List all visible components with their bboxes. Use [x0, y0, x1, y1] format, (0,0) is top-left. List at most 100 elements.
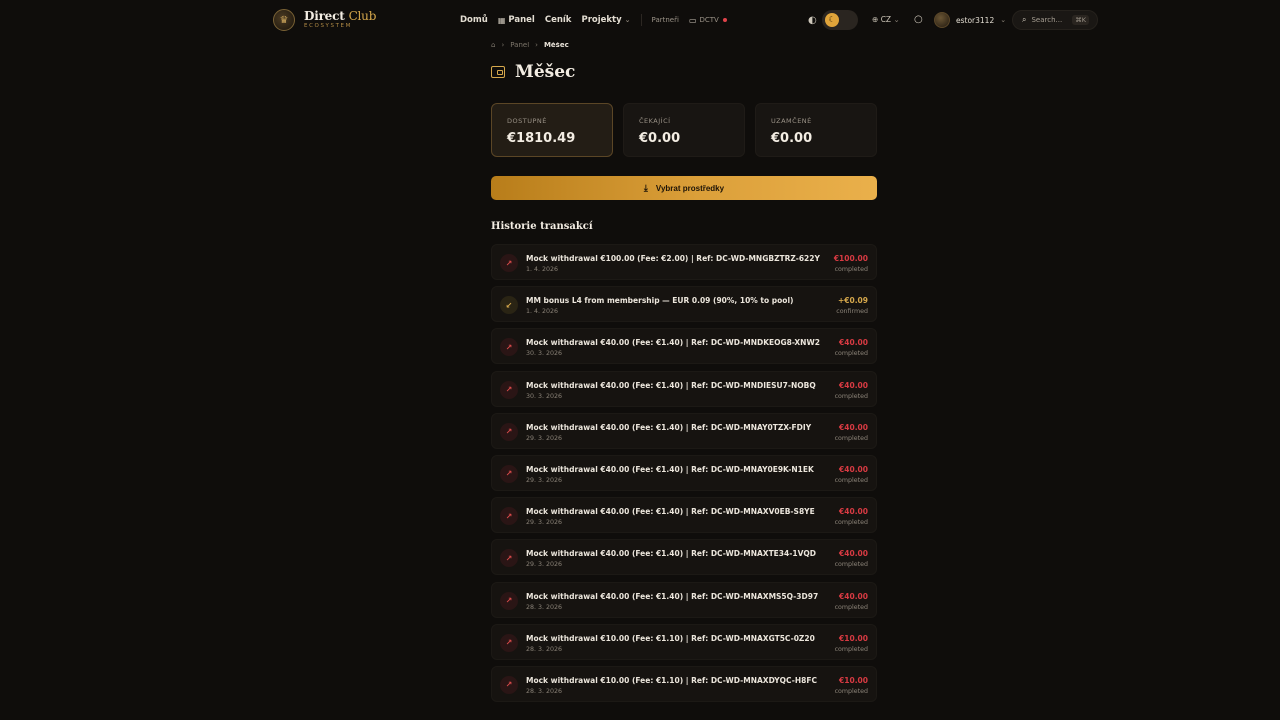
transaction-status: completed — [834, 476, 868, 484]
transaction-row[interactable]: ↗ Mock withdrawal €40.00 (Fee: €1.40) | R… — [491, 539, 877, 576]
home-icon[interactable]: ⌂ — [491, 41, 495, 49]
transaction-row[interactable]: ↗ Mock withdrawal €40.00 (Fee: €1.40) | R… — [491, 412, 877, 449]
transaction-amount: €40.00 — [839, 338, 868, 348]
transaction-status: confirmed — [836, 308, 868, 316]
breadcrumb: ⌂ › Panel › Měšec — [491, 41, 575, 49]
arrow-up-right-icon: ↗ — [500, 591, 518, 610]
transaction-amount: €40.00 — [839, 422, 868, 432]
user-menu[interactable]: estor3112 ⌄ — [934, 12, 1006, 28]
transaction-date: 1. 4. 2026 — [526, 308, 559, 316]
transaction-status: completed — [834, 561, 868, 569]
transaction-description: Mock withdrawal €40.00 (Fee: €1.40) | Re… — [526, 422, 812, 432]
balance-label: ČEKAJÍCÍ — [639, 117, 671, 125]
transaction-date: 30. 3. 2026 — [526, 392, 563, 400]
transaction-status: completed — [834, 603, 868, 611]
chevron-down-icon: ⌄ — [1000, 16, 1007, 24]
transaction-row[interactable]: ↗ Mock withdrawal €40.00 (Fee: €1.40) | R… — [491, 497, 877, 534]
transaction-status: completed — [834, 266, 868, 273]
balance-value: €1810.49 — [507, 131, 576, 146]
balance-cards: DOSTUPNÉ €1810.49 ČEKAJÍCÍ €0.00 UZAMČEN… — [491, 103, 877, 157]
arrow-up-right-icon: ↗ — [500, 549, 518, 568]
balance-label: UZAMČENÉ — [771, 117, 812, 125]
transaction-description: Mock withdrawal €10.00 (Fee: €1.10) | Re… — [526, 675, 817, 685]
arrow-down-left-icon: ↙ — [500, 296, 518, 315]
breadcrumb-parent[interactable]: Panel — [510, 41, 529, 49]
balance-value: €0.00 — [639, 131, 681, 146]
wallet-icon — [491, 66, 505, 78]
top-navigation: ♛ Direct Club ECOSYSTEM Domů ▦ Panel Cení… — [0, 0, 1280, 42]
transaction-row[interactable]: ↗ Mock withdrawal €10.00 (Fee: €1.10) | R… — [491, 623, 877, 660]
transaction-row[interactable]: ↗ Mock withdrawal €100.00 (Fee: €2.00) | … — [491, 244, 877, 280]
transaction-description: Mock withdrawal €40.00 (Fee: €1.40) | Re… — [526, 464, 814, 474]
transaction-status: completed — [834, 519, 868, 527]
transaction-date: 29. 3. 2026 — [526, 519, 563, 527]
transaction-list: ↗ Mock withdrawal €100.00 (Fee: €2.00) | … — [491, 244, 877, 708]
transaction-date: 28. 3. 2026 — [526, 603, 563, 611]
transaction-description: Mock withdrawal €10.00 (Fee: €1.10) | Re… — [526, 633, 815, 643]
balance-card-pending[interactable]: ČEKAJÍCÍ €0.00 — [623, 103, 745, 157]
transaction-row[interactable]: ↙ MM bonus L4 from membership — EUR 0.09 … — [491, 286, 877, 323]
transaction-description: MM bonus L4 from membership — EUR 0.09 (… — [526, 296, 794, 306]
transaction-row[interactable]: ↗ Mock withdrawal €40.00 (Fee: €1.40) | R… — [491, 328, 877, 365]
balance-value: €0.00 — [771, 131, 813, 146]
transaction-status: completed — [834, 687, 868, 695]
transaction-date: 29. 3. 2026 — [526, 561, 563, 569]
search-placeholder: Search... — [1031, 16, 1063, 24]
transaction-status: completed — [834, 645, 868, 653]
page-header: Měšec — [491, 62, 575, 82]
breadcrumb-separator: › — [535, 41, 538, 49]
transaction-date: 28. 3. 2026 — [526, 645, 563, 653]
chat-icon[interactable]: ○ — [914, 14, 923, 25]
search-input[interactable]: ⌕ Search... ⌘K — [1012, 10, 1098, 30]
search-shortcut-badge: ⌘K — [1072, 15, 1089, 25]
transaction-amount: €40.00 — [839, 464, 868, 474]
transaction-amount: +€0.09 — [837, 296, 868, 306]
transaction-date: 29. 3. 2026 — [526, 476, 563, 484]
theme-toggle[interactable]: ☾ — [822, 10, 858, 30]
chevron-down-icon: ⌄ — [893, 15, 900, 24]
breadcrumb-current: Měšec — [543, 41, 569, 49]
transaction-amount: €40.00 — [839, 591, 868, 601]
arrow-up-right-icon: ↗ — [500, 422, 518, 441]
transaction-row[interactable]: ↗ Mock withdrawal €40.00 (Fee: €1.40) | R… — [491, 581, 877, 618]
transaction-row[interactable]: ↗ Mock withdrawal €10.00 (Fee: €1.10) | R… — [491, 665, 877, 702]
language-selector[interactable]: ⊕ CZ ⌄ — [872, 15, 900, 24]
transaction-status: completed — [834, 392, 868, 400]
balance-label: DOSTUPNÉ — [507, 117, 547, 125]
transaction-amount: €10.00 — [839, 633, 868, 643]
globe-icon: ⊕ — [872, 15, 879, 24]
search-icon: ⌕ — [1022, 15, 1027, 24]
withdraw-button-label: Vybrat prostředky — [655, 183, 725, 193]
transaction-amount: €40.00 — [839, 549, 868, 559]
arrow-up-right-icon: ↗ — [500, 338, 518, 357]
balance-card-locked[interactable]: UZAMČENÉ €0.00 — [755, 103, 877, 157]
arrow-up-right-icon: ↗ — [500, 633, 518, 652]
arrow-up-right-icon: ↗ — [500, 675, 518, 694]
page-title: Měšec — [515, 62, 576, 82]
language-label: CZ — [880, 15, 892, 24]
transaction-date: 29. 3. 2026 — [526, 434, 563, 442]
transaction-description: Mock withdrawal €40.00 (Fee: €1.40) | Re… — [526, 380, 816, 390]
transaction-amount: €100.00 — [833, 254, 868, 263]
arrow-up-right-icon: ↗ — [500, 380, 518, 399]
transaction-amount: €40.00 — [839, 507, 868, 517]
transaction-row[interactable]: ↗ Mock withdrawal €40.00 (Fee: €1.40) | R… — [491, 370, 877, 407]
transaction-description: Mock withdrawal €100.00 (Fee: €2.00) | R… — [526, 254, 820, 263]
avatar — [934, 12, 950, 28]
arrow-up-right-icon: ↗ — [500, 254, 518, 272]
transaction-description: Mock withdrawal €40.00 (Fee: €1.40) | Re… — [526, 591, 819, 601]
arrow-up-right-icon: ↗ — [500, 507, 518, 526]
transaction-amount: €40.00 — [839, 380, 868, 390]
transaction-date: 30. 3. 2026 — [526, 350, 563, 358]
transaction-description: Mock withdrawal €40.00 (Fee: €1.40) | Re… — [526, 507, 815, 517]
transaction-description: Mock withdrawal €40.00 (Fee: €1.40) | Re… — [526, 549, 816, 559]
transaction-date: 28. 3. 2026 — [526, 687, 563, 695]
username: estor3112 — [956, 15, 995, 25]
transaction-row[interactable]: ↗ Mock withdrawal €40.00 (Fee: €1.40) | R… — [491, 454, 877, 491]
withdraw-funds-button[interactable]: ⤓ Vybrat prostředky — [491, 176, 877, 200]
balance-card-available[interactable]: DOSTUPNÉ €1810.49 — [491, 103, 613, 157]
palette-icon[interactable]: ◐ — [808, 15, 817, 26]
transaction-description: Mock withdrawal €40.00 (Fee: €1.40) | Re… — [526, 338, 820, 348]
transaction-status: completed — [834, 350, 868, 358]
transaction-history-title: Historie transakcí — [491, 221, 593, 232]
